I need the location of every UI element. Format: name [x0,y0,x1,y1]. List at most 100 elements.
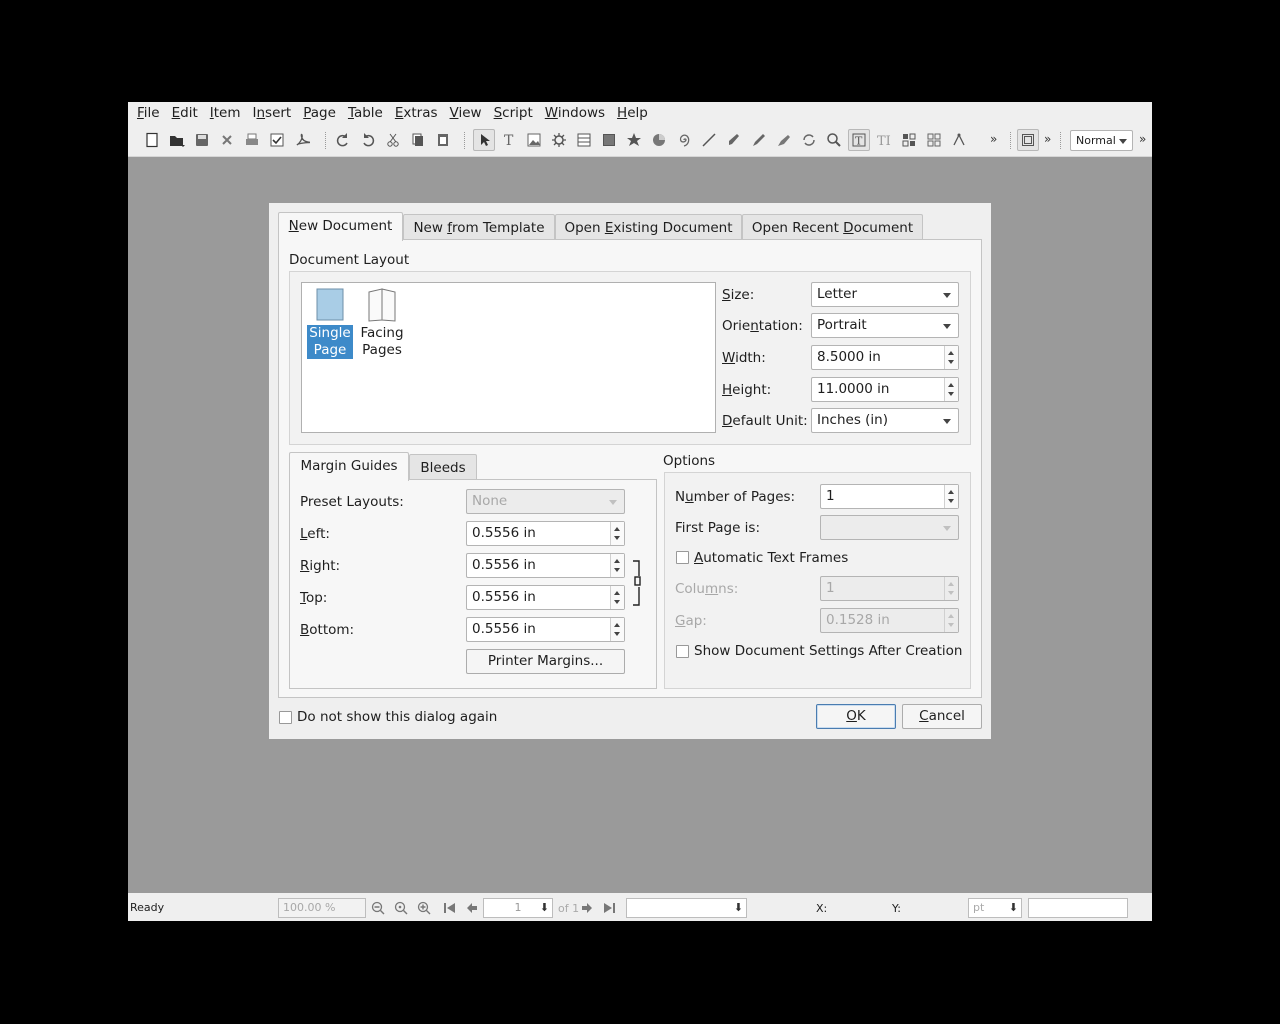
copy-icon[interactable] [407,129,429,151]
bottom-margin-spinbox[interactable]: 0.5556 in [466,617,625,642]
spin-arrows-icon[interactable] [944,609,958,632]
height-spinbox[interactable]: 11.0000 in [811,377,959,402]
text-frame-tool-icon[interactable]: T [498,129,520,151]
layer-select[interactable]: ⬇ [626,898,747,918]
menu-script[interactable]: Script [488,102,539,124]
undo-icon[interactable] [332,129,354,151]
layout-list[interactable]: Single Page Facing Pages [301,282,716,433]
tab-open-recent-document[interactable]: Open Recent Document [742,214,923,241]
redo-icon[interactable] [357,129,379,151]
close-icon[interactable] [216,129,238,151]
spin-arrows-icon[interactable] [944,346,958,369]
cut-icon[interactable] [382,129,404,151]
paste-icon[interactable] [432,129,454,151]
layout-single-page[interactable]: Single Page [307,288,353,359]
page-number-field[interactable]: 1 ⬇ [483,898,553,918]
spin-arrows-icon[interactable] [610,586,624,609]
unit-select[interactable]: pt ⬇ [968,898,1022,918]
zoom-in-icon[interactable] [416,900,432,916]
do-not-show-again-label[interactable]: Do not show this dialog again [297,708,497,726]
spin-arrows-icon[interactable] [944,378,958,401]
spin-arrows-icon[interactable] [610,554,624,577]
tab-open-existing-document[interactable]: Open Existing Document [555,214,742,241]
spin-arrows-icon[interactable] [610,522,624,545]
tab-new-from-template[interactable]: New from Template [403,214,555,241]
shape-tool-icon[interactable] [598,129,620,151]
arc-tool-icon[interactable] [648,129,670,151]
zoom-actual-icon[interactable] [393,900,409,916]
menu-page[interactable]: Page [297,102,342,124]
tab-bleeds[interactable]: Bleeds [409,454,477,481]
export-pdf-icon[interactable] [291,129,313,151]
first-page-icon[interactable] [442,900,458,916]
zoom-field[interactable]: 100.00 % [278,898,366,918]
menu-view[interactable]: View [444,102,488,124]
preset-layouts-select[interactable]: None [466,489,625,514]
polygon-tool-icon[interactable] [623,129,645,151]
measurements-tool-icon[interactable] [948,129,970,151]
default-unit-select[interactable]: Inches (in) [811,408,959,433]
print-icon[interactable] [241,129,263,151]
select-tool-icon[interactable] [473,129,495,151]
right-margin-spinbox[interactable]: 0.5556 in [466,553,625,578]
gap-spinbox[interactable]: 0.1528 in [820,608,959,633]
left-margin-spinbox[interactable]: 0.5556 in [466,521,625,546]
menu-edit[interactable]: Edit [166,102,204,124]
new-document-icon[interactable] [141,129,163,151]
printer-margins-button[interactable]: Printer Margins... [466,649,625,674]
spin-arrows-icon[interactable] [944,577,958,600]
link-frames-icon[interactable] [898,129,920,151]
automatic-text-frames-checkbox[interactable] [676,551,689,564]
last-page-icon[interactable] [601,900,617,916]
tab-new-document[interactable]: New Document [278,212,403,241]
bezier-tool-icon[interactable] [723,129,745,151]
unlink-frames-icon[interactable] [923,129,945,151]
do-not-show-again-checkbox[interactable] [279,711,292,724]
story-editor-icon[interactable]: TI [873,129,895,151]
ok-button[interactable]: OK [816,704,896,729]
line-tool-icon[interactable] [698,129,720,151]
size-select[interactable]: Letter [811,282,959,307]
zoom-tool-icon[interactable] [823,129,845,151]
preflight-check-icon[interactable] [266,129,288,151]
image-frame-tool-icon[interactable] [523,129,545,151]
menu-help[interactable]: Help [611,102,654,124]
menu-insert[interactable]: Insert [247,102,298,124]
zoom-out-icon[interactable] [370,900,386,916]
menu-item[interactable]: Item [204,102,247,124]
view-mode-select[interactable]: Normal [1070,130,1133,151]
toolbar-overflow-2-icon[interactable]: » [1044,132,1051,146]
save-icon[interactable] [191,129,213,151]
spiral-tool-icon[interactable] [673,129,695,151]
number-of-pages-spinbox[interactable]: 1 [820,484,959,509]
first-page-select[interactable] [820,515,959,540]
automatic-text-frames-label[interactable]: Automatic Text Frames [694,549,848,567]
table-tool-icon[interactable] [573,129,595,151]
freehand-tool-icon[interactable] [748,129,770,151]
chain-link-icon[interactable] [632,560,642,606]
menu-table[interactable]: Table [342,102,389,124]
show-document-settings-label[interactable]: Show Document Settings After Creation [694,642,962,660]
orientation-select[interactable]: Portrait [811,313,959,338]
previous-page-icon[interactable] [463,900,479,916]
columns-spinbox[interactable]: 1 [820,576,959,601]
preview-mode-icon[interactable] [1017,129,1039,151]
tab-margin-guides[interactable]: Margin Guides [289,452,409,481]
width-spinbox[interactable]: 8.5000 in [811,345,959,370]
edit-text-tool-icon[interactable]: T [848,129,870,151]
spin-arrows-icon[interactable] [610,618,624,641]
open-document-icon[interactable] [166,129,188,151]
menu-file[interactable]: File [131,102,166,124]
toolbar-overflow-icon[interactable]: » [990,132,997,146]
top-margin-spinbox[interactable]: 0.5556 in [466,585,625,610]
cancel-button[interactable]: Cancel [902,704,982,729]
calligraphic-tool-icon[interactable] [773,129,795,151]
spin-arrows-icon[interactable] [944,485,958,508]
show-document-settings-checkbox[interactable] [676,645,689,658]
menu-windows[interactable]: Windows [539,102,611,124]
render-frame-tool-icon[interactable] [548,129,570,151]
next-page-icon[interactable] [580,900,596,916]
layout-facing-pages[interactable]: Facing Pages [359,288,405,359]
rotate-tool-icon[interactable] [798,129,820,151]
toolbar-overflow-3-icon[interactable]: » [1139,132,1146,146]
